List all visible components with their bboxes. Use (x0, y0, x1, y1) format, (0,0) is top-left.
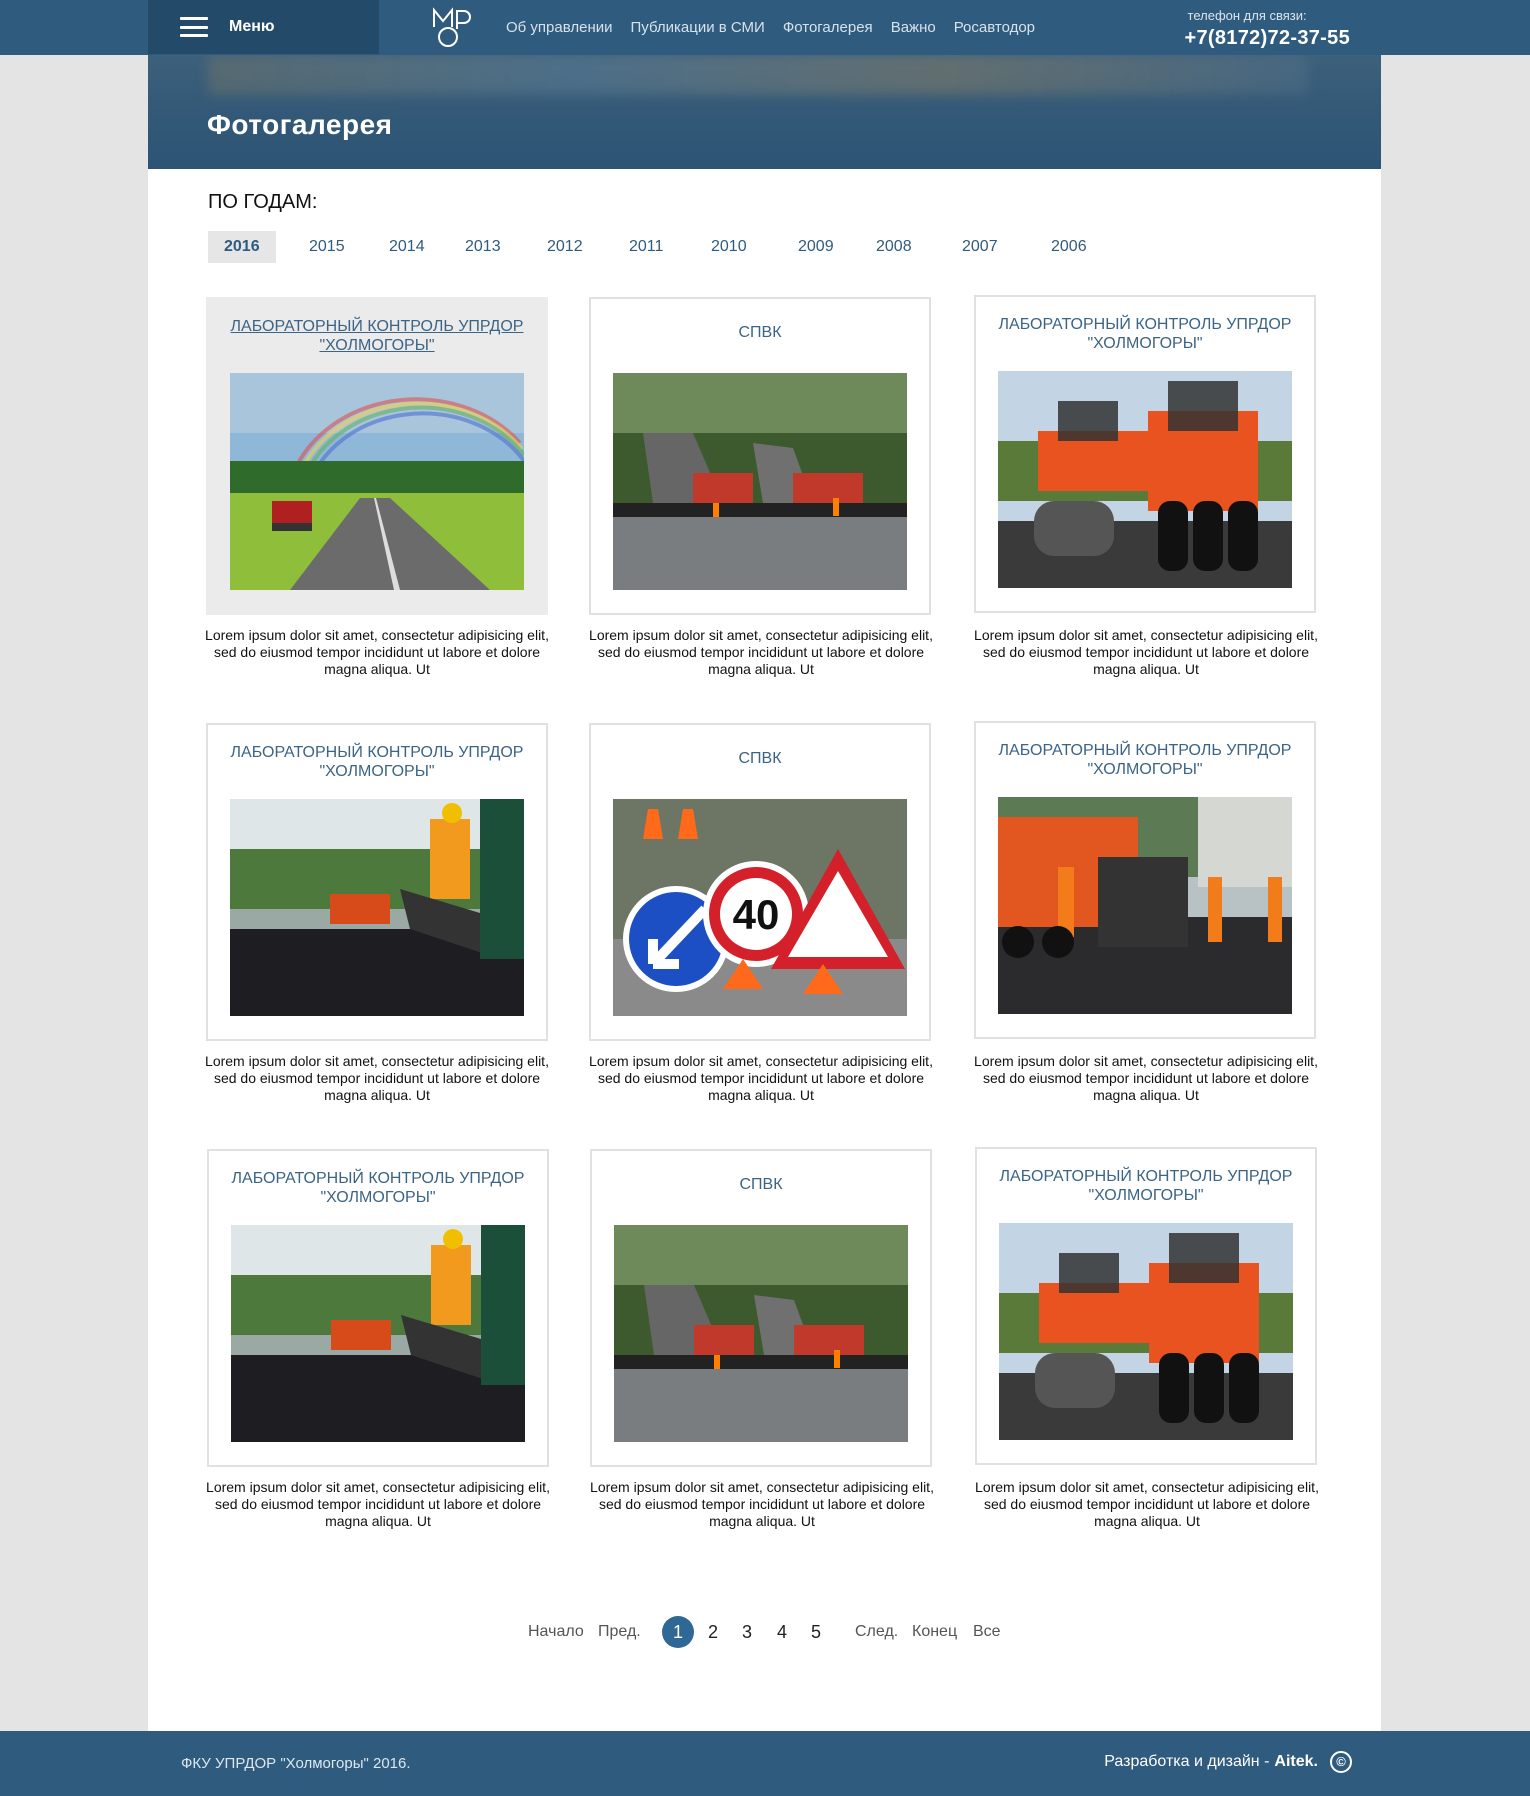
gallery-card[interactable]: СПВК 40 (589, 723, 931, 1041)
gallery-card-title[interactable]: Лабораторный контроль Упрдор "Холмогоры" (209, 1169, 547, 1207)
gallery-card-description: Lorem ipsum dolor sit amet, consectetur … (590, 1479, 934, 1529)
footer-developer: Разработка и дизайн - Aitek. © (1104, 1751, 1352, 1773)
gallery-card-title[interactable]: Лабораторный контроль Упрдор "Холмогоры" (976, 741, 1314, 779)
gallery-card[interactable]: Лабораторный контроль Упрдор "Холмогоры" (206, 297, 548, 615)
pagination-first[interactable]: Начало (528, 1623, 584, 1641)
page-title: Фотогалерея (207, 109, 393, 140)
logo[interactable] (431, 7, 475, 49)
page-hero-banner: Фотогалерея (148, 55, 1381, 169)
gallery-card-title[interactable]: Лабораторный контроль Упрдор "Холмогоры" (208, 743, 546, 781)
gallery-card[interactable]: Лабораторный контроль Упрдор "Холмогоры" (974, 721, 1316, 1039)
gallery-card[interactable]: Лабораторный контроль Упрдор "Холмогоры" (975, 1147, 1317, 1465)
year-2015[interactable]: 2015 (309, 231, 345, 263)
year-2016[interactable]: 2016 (208, 231, 276, 263)
pagination-page-5[interactable]: 5 (800, 1616, 832, 1648)
year-2013[interactable]: 2013 (465, 231, 501, 263)
year-2010[interactable]: 2010 (711, 231, 747, 263)
year-2014[interactable]: 2014 (389, 231, 425, 263)
pagination-page-4[interactable]: 4 (766, 1616, 798, 1648)
year-2011[interactable]: 2011 (629, 231, 663, 263)
gallery-card-title[interactable]: СПВК (592, 1175, 930, 1194)
road-repair-crew-photo[interactable] (998, 797, 1292, 1014)
gallery-card-description: Lorem ipsum dolor sit amet, consectetur … (206, 1479, 550, 1529)
worker-asphalt-photo[interactable] (230, 799, 524, 1016)
footer-dev-name[interactable]: Aitek. (1274, 1753, 1318, 1771)
pagination-page-3[interactable]: 3 (731, 1616, 763, 1648)
footer-dev-label: Разработка и дизайн - (1104, 1753, 1270, 1770)
years-label: ПО ГОДАМ: (208, 191, 318, 213)
pagination-page-2[interactable]: 2 (697, 1616, 729, 1648)
year-2007[interactable]: 2007 (962, 231, 998, 263)
pagination-prev[interactable]: Пред. (598, 1623, 641, 1641)
gallery-card-title[interactable]: СПВК (591, 749, 929, 768)
top-navigation-bar: Меню Об управлении Публикации в СМИ Фото… (0, 0, 1530, 55)
year-2008[interactable]: 2008 (876, 231, 912, 263)
gallery-card-description: Lorem ipsum dolor sit amet, consectetur … (975, 1479, 1319, 1529)
gallery-card-description: Lorem ipsum dolor sit amet, consectetur … (589, 1053, 933, 1103)
nav-rosavtodor[interactable]: Росавтодор (954, 19, 1035, 36)
main-nav: Об управлении Публикации в СМИ Фотогалер… (506, 0, 1053, 55)
pagination-next[interactable]: След. (855, 1623, 898, 1641)
gallery-card-title[interactable]: Лабораторный контроль Упрдор "Холмогоры" (977, 1167, 1315, 1205)
gallery-card[interactable]: Лабораторный контроль Упрдор "Холмогоры" (207, 1149, 549, 1467)
gallery-card-description: Lorem ipsum dolor sit amet, consectetur … (589, 627, 933, 677)
phone-label: телефон для связи: (1187, 8, 1307, 23)
menu-label: Меню (229, 18, 275, 35)
speed-limit-sign-text: 40 (733, 891, 780, 938)
pagination-last[interactable]: Конец (912, 1623, 957, 1641)
gallery-card[interactable]: СПВК (589, 297, 931, 615)
copyright-icon: © (1330, 1751, 1352, 1773)
nav-about[interactable]: Об управлении (506, 19, 613, 36)
worker-asphalt-photo[interactable] (231, 1225, 525, 1442)
asphalt-pavers-photo[interactable] (614, 1225, 908, 1442)
gallery-card-title[interactable]: СПВК (591, 323, 929, 342)
gallery-card-description: Lorem ipsum dolor sit amet, consectetur … (974, 627, 1318, 677)
gallery-card-description: Lorem ipsum dolor sit amet, consectetur … (205, 1053, 549, 1103)
footer: ФКУ УПРДОР "Холмогоры" 2016. Разработка … (0, 1731, 1530, 1796)
road-roller-photo[interactable] (999, 1223, 1293, 1440)
gallery-card-description: Lorem ipsum dolor sit amet, consectetur … (205, 627, 549, 677)
gallery-card-description: Lorem ipsum dolor sit amet, consectetur … (974, 1053, 1318, 1103)
menu-button[interactable]: Меню (148, 0, 379, 54)
phone-number[interactable]: +7(8172)72-37-55 (1185, 27, 1350, 50)
nav-photogallery[interactable]: Фотогалерея (783, 19, 873, 36)
gallery-card-title[interactable]: Лабораторный контроль Упрдор "Холмогоры" (976, 315, 1314, 353)
footer-copyright-text: ФКУ УПРДОР "Холмогоры" 2016. (181, 1755, 411, 1772)
contact-phone: телефон для связи: +7(8172)72-37-55 (1185, 8, 1350, 50)
pagination-page-1[interactable]: 1 (662, 1616, 694, 1648)
gallery-card[interactable]: Лабораторный контроль Упрдор "Холмогоры" (206, 723, 548, 1041)
nav-important[interactable]: Важно (891, 19, 936, 36)
gallery-card[interactable]: СПВК (590, 1149, 932, 1467)
asphalt-pavers-photo[interactable] (613, 373, 907, 590)
road-roller-photo[interactable] (998, 371, 1292, 588)
year-2006[interactable]: 2006 (1051, 231, 1087, 263)
road-rainbow-photo[interactable] (230, 373, 524, 590)
road-signs-photo[interactable]: 40 (613, 799, 907, 1016)
gallery-card[interactable]: Лабораторный контроль Упрдор "Холмогоры" (974, 295, 1316, 613)
hamburger-icon (180, 17, 208, 37)
year-2012[interactable]: 2012 (547, 231, 583, 263)
nav-publications[interactable]: Публикации в СМИ (631, 19, 765, 36)
year-2009[interactable]: 2009 (798, 231, 834, 263)
main-content: Фотогалерея ПО ГОДАМ: 2016 2015 2014 201… (148, 55, 1381, 1731)
gallery-card-title[interactable]: Лабораторный контроль Упрдор "Холмогоры" (208, 317, 546, 355)
pagination-all[interactable]: Все (973, 1623, 1001, 1641)
